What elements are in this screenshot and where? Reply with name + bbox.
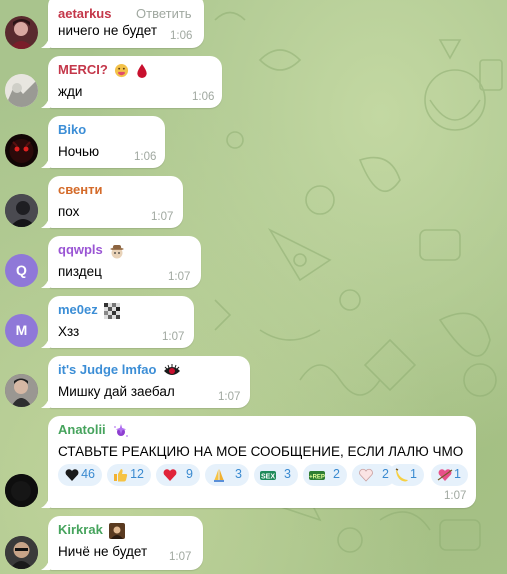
message-time: 1:07 (162, 331, 185, 343)
message-biko[interactable]: Biko Ночью 1:06 (0, 116, 507, 172)
sender-name[interactable]: aetarkus (58, 6, 111, 21)
reaction-count: 3 (235, 467, 242, 481)
avatar[interactable]: Q (5, 254, 38, 287)
message-bubble[interactable]: MERCI? жди 1:06 (41, 56, 222, 108)
blood-drop-emoji-icon (137, 64, 147, 79)
message-time: 1:07 (169, 551, 192, 563)
reaction-count: 1 (454, 467, 461, 481)
portrait-badge-icon (109, 522, 126, 539)
reaction-rep-sticker[interactable]: +REP 2 (303, 464, 347, 486)
sender-name[interactable]: MERCI? (58, 62, 148, 79)
svg-text:SEX: SEX (261, 474, 275, 481)
avatar-letter: M (15, 322, 28, 338)
message-kirkrak[interactable]: Kirkrak Ничё не будет 1:07 (0, 516, 507, 574)
pixel-badge-icon (104, 302, 121, 319)
avatar[interactable] (5, 74, 38, 107)
message-text: пох (58, 204, 80, 219)
avatar[interactable] (5, 134, 38, 167)
red-heart-icon (163, 469, 177, 481)
avatar[interactable] (5, 536, 38, 569)
message-time: 1:06 (192, 91, 215, 103)
message-time: 1:06 (170, 30, 193, 42)
reactions-bar: 46 12 9 3 SEX 3 +REP 2 2 1 1 (58, 464, 468, 486)
sender-name[interactable]: Kirkrak (58, 522, 126, 539)
sender-name[interactable]: Anatolii (58, 422, 130, 439)
message-merci[interactable]: MERCI? жди 1:06 (0, 56, 507, 112)
reaction-count: 12 (130, 467, 144, 481)
avatar-letter: Q (16, 262, 27, 278)
reaction-count: 46 (81, 467, 95, 481)
message-text: Хзз (58, 324, 80, 339)
message-text: Ничё не будет (58, 544, 148, 559)
reaction-count: 9 (186, 467, 193, 481)
message-text: СТАВЬТЕ РЕАКЦИЮ НА МОЕ СООБЩЕНИЕ, ЕСЛИ Л… (58, 444, 464, 459)
avatar[interactable] (5, 474, 38, 507)
sender-name-text: it's Judge lmfao (58, 362, 157, 377)
sender-name-text: MERCI? (58, 62, 108, 77)
reaction-count: 3 (284, 467, 291, 481)
reaction-banana[interactable]: 1 (388, 464, 424, 486)
sender-name-text: qqwpls (58, 242, 103, 257)
reaction-thumbs-up[interactable]: 12 (107, 464, 151, 486)
avatar[interactable] (5, 194, 38, 227)
sender-name[interactable]: qqwpls (58, 242, 125, 259)
sender-name[interactable]: me0ez (58, 302, 121, 319)
tongue-emoji-icon (115, 64, 129, 78)
message-time: 1:07 (218, 391, 241, 403)
reply-button[interactable]: Ответить (136, 6, 192, 21)
message-bubble[interactable]: it's Judge lmfao Мишку дай заебал 1:07 (41, 356, 250, 408)
banana-icon (395, 468, 408, 482)
sender-name[interactable]: Biko (58, 122, 86, 137)
sender-name-text: Kirkrak (58, 522, 103, 537)
rep-sticker-icon: +REP (309, 471, 325, 481)
sender-name-text: Anatolii (58, 422, 106, 437)
message-judge[interactable]: it's Judge lmfao Мишку дай заебал 1:07 (0, 356, 507, 412)
avatar[interactable]: M (5, 314, 38, 347)
folded-hands-icon (214, 469, 224, 482)
message-time: 1:07 (168, 271, 191, 283)
reaction-folded-hands[interactable]: 3 (205, 464, 249, 486)
avatar[interactable] (5, 16, 38, 49)
message-text: Мишку дай заебал (58, 384, 175, 399)
avatar[interactable] (5, 374, 38, 407)
thumbs-up-icon (114, 469, 128, 482)
reaction-count: 1 (410, 467, 417, 481)
eye-badge-icon (164, 363, 181, 375)
message-qqwpls[interactable]: Q qqwpls пиздец 1:07 (0, 236, 507, 292)
svg-text:+REP: +REP (309, 475, 325, 481)
message-bubble[interactable]: Kirkrak Ничё не будет 1:07 (41, 516, 203, 570)
white-heart-icon (359, 468, 373, 482)
reaction-sex-sticker[interactable]: SEX 3 (254, 464, 298, 486)
sparkle-badge-icon (114, 423, 129, 437)
message-text: ничего не будет (58, 23, 157, 38)
cowboy-emoji-icon (110, 244, 125, 259)
sex-sticker-icon: SEX (260, 471, 276, 481)
message-bubble[interactable]: Biko Ночью 1:06 (41, 116, 165, 168)
message-text: Ночью (58, 144, 100, 159)
message-anatolii[interactable]: Anatolii СТАВЬТЕ РЕАКЦИЮ НА МОЕ СООБЩЕНИ… (0, 416, 507, 512)
black-heart-icon (65, 469, 79, 481)
message-time: 1:07 (151, 211, 174, 223)
message-bubble[interactable]: свенти пох 1:07 (41, 176, 183, 228)
message-me0ez[interactable]: M me0ez Хзз 1:07 (0, 296, 507, 352)
message-time: 1:06 (134, 151, 157, 163)
message-text: пиздец (58, 264, 102, 279)
message-text: жди (58, 84, 83, 99)
message-aetarkus[interactable]: aetarkus Ответить ничего не будет 1:06 (0, 0, 507, 50)
message-sventi[interactable]: свенти пох 1:07 (0, 176, 507, 232)
message-bubble[interactable]: me0ez Хзз 1:07 (41, 296, 194, 348)
reaction-red-heart[interactable]: 9 (156, 464, 200, 486)
message-bubble[interactable]: aetarkus Ответить ничего не будет 1:06 (41, 0, 204, 48)
reaction-black-heart[interactable]: 46 (58, 464, 102, 486)
message-bubble[interactable]: qqwpls пиздец 1:07 (41, 236, 201, 288)
sender-name-text: me0ez (58, 302, 98, 317)
reaction-heart-arrow[interactable]: 1 (431, 464, 468, 486)
message-time: 1:07 (444, 490, 467, 502)
sender-name[interactable]: свенти (58, 182, 103, 197)
reaction-count: 2 (333, 467, 340, 481)
message-bubble[interactable]: Anatolii СТАВЬТЕ РЕАКЦИЮ НА МОЕ СООБЩЕНИ… (41, 416, 476, 508)
sender-name[interactable]: it's Judge lmfao (58, 362, 181, 378)
heart-arrow-icon (437, 469, 453, 481)
